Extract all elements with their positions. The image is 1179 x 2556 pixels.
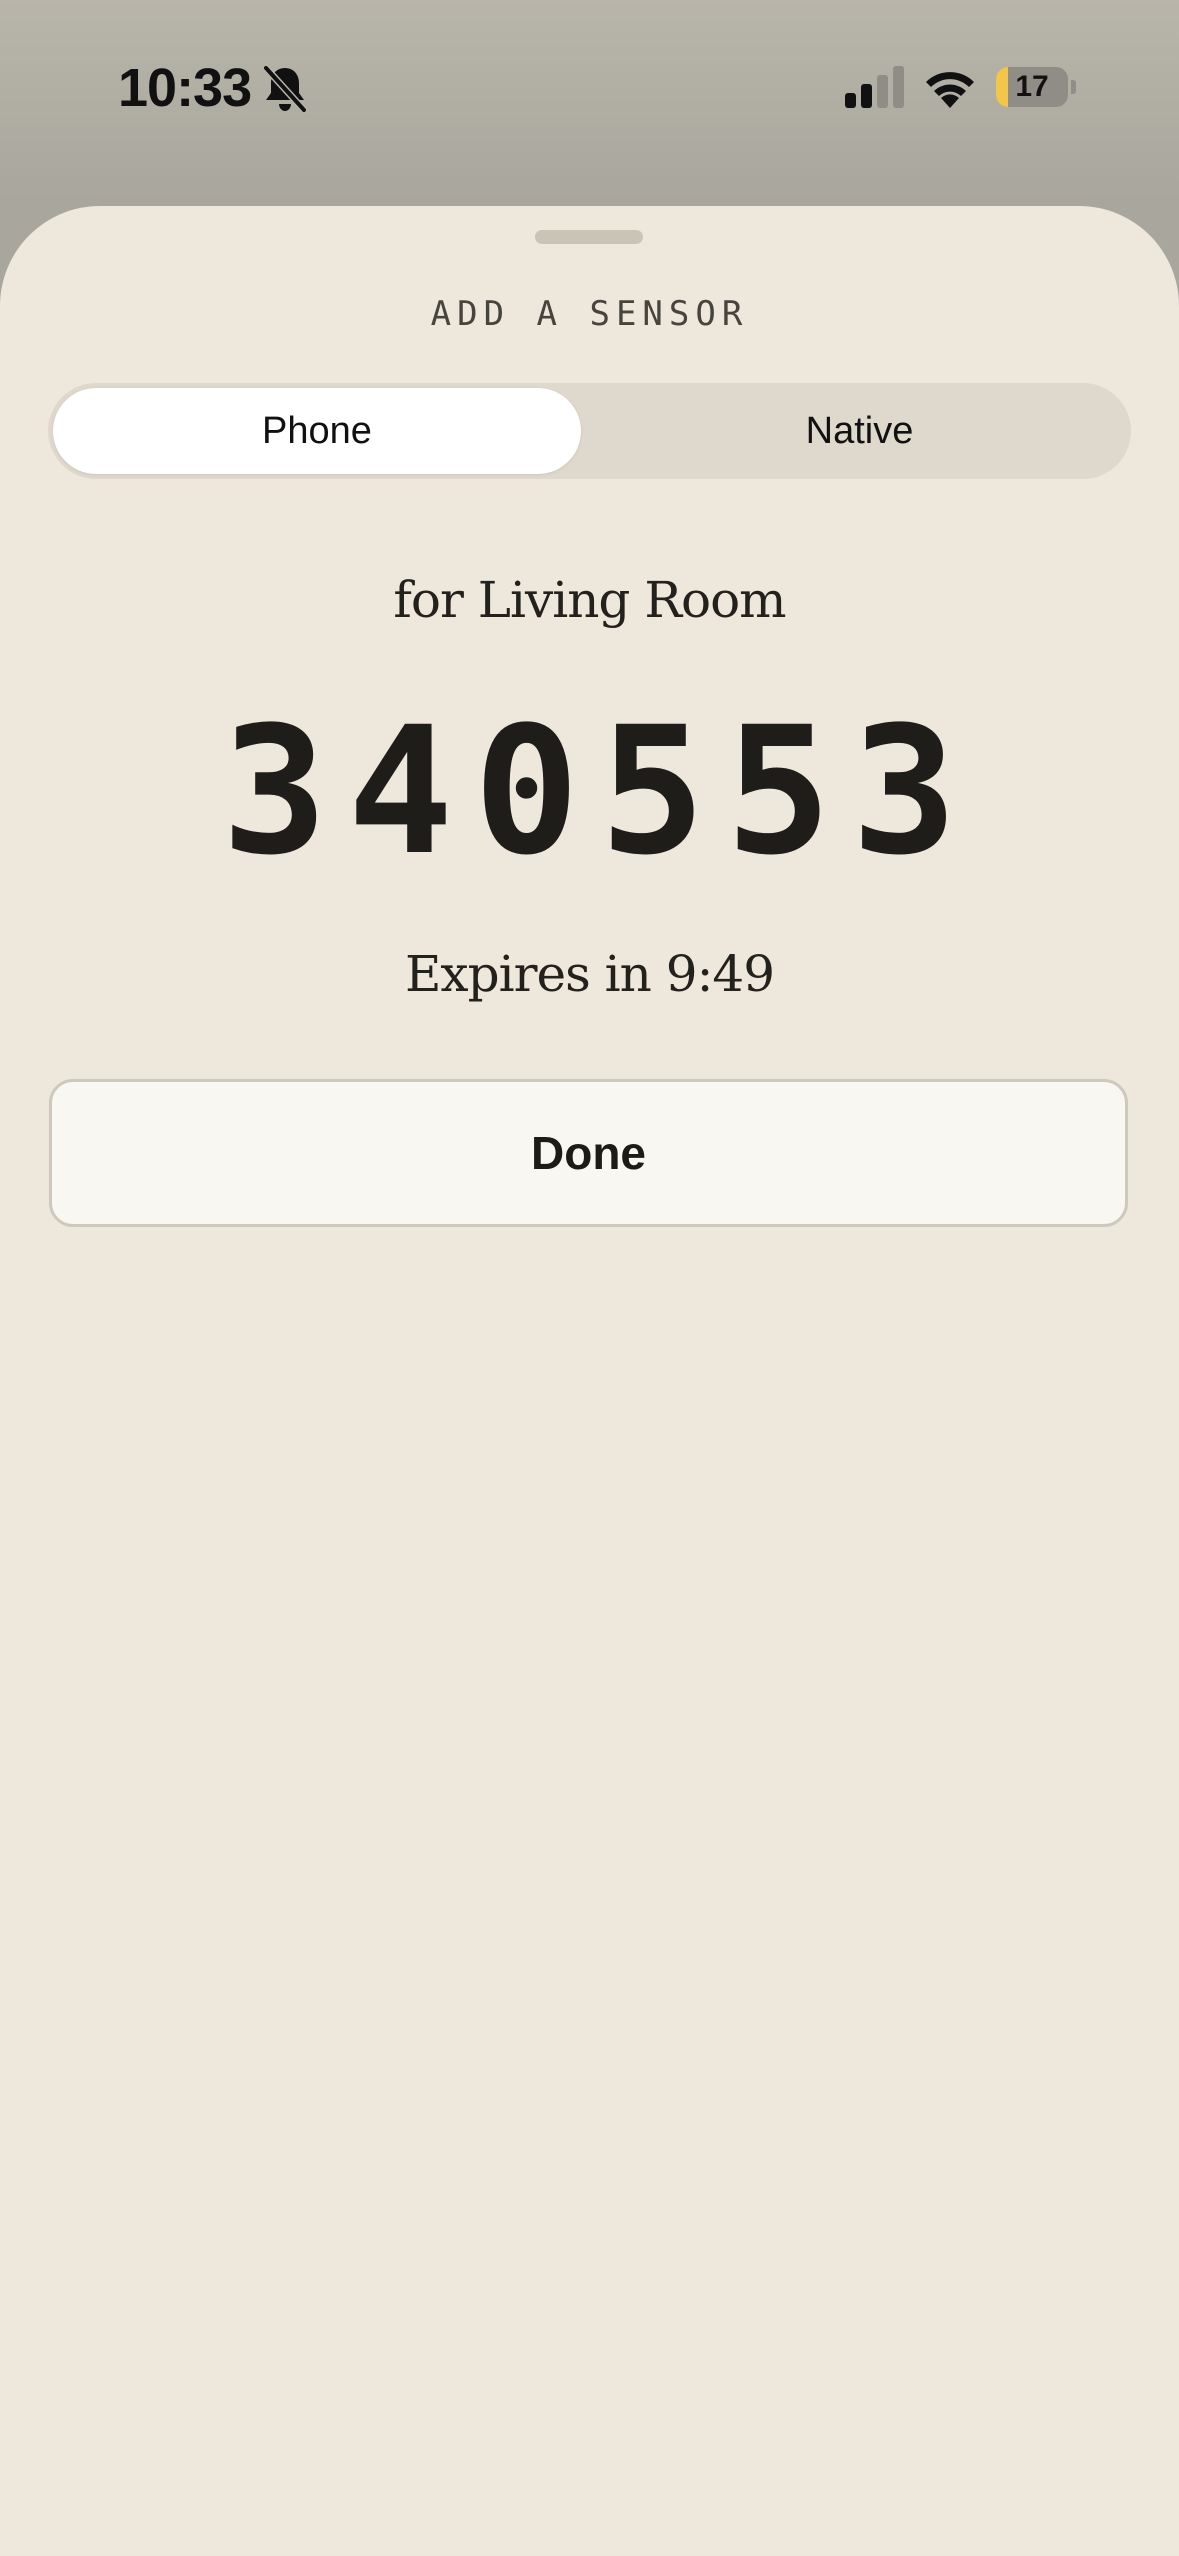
battery-icon: 17: [996, 67, 1076, 107]
segmented-control: Phone Native: [48, 383, 1131, 479]
expires-countdown: Expires in 9:49: [404, 945, 775, 1003]
status-bar: 10:33 17: [0, 0, 1179, 180]
tab-phone[interactable]: Phone: [53, 388, 581, 474]
status-time: 10:33: [118, 58, 252, 118]
battery-body: 17: [996, 67, 1068, 107]
sheet-grabber[interactable]: [535, 230, 643, 244]
battery-level: 17: [1015, 70, 1049, 103]
cellular-signal-icon: [845, 66, 904, 108]
add-sensor-sheet: ADD A SENSOR Phone Native for Living Roo…: [0, 206, 1179, 2556]
room-label: for Living Room: [393, 571, 786, 629]
wifi-icon: [926, 72, 974, 108]
tab-native[interactable]: Native: [593, 388, 1126, 474]
pairing-code: 340553: [221, 689, 978, 894]
sheet-title: ADD A SENSOR: [430, 294, 749, 334]
battery-tip: [1071, 80, 1076, 94]
bell-slash-icon: [262, 64, 308, 114]
done-button[interactable]: Done: [49, 1079, 1128, 1227]
